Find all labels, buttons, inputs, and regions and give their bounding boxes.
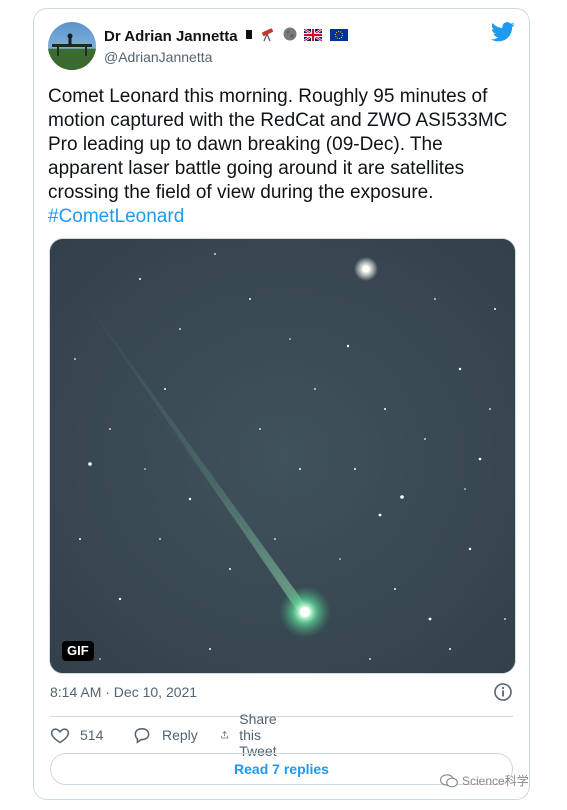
tweet-body: Comet Leonard this morning. Roughly 95 m… bbox=[48, 86, 508, 203]
twitter-bird-icon[interactable] bbox=[491, 22, 515, 47]
black-flag-emoji bbox=[246, 28, 253, 46]
display-name[interactable]: Dr Adrian Jannetta bbox=[104, 27, 238, 47]
tweet-timestamp[interactable]: 8:14 AM · Dec 10, 2021 bbox=[50, 684, 197, 700]
user-handle[interactable]: @AdrianJannetta bbox=[104, 47, 351, 67]
telescope-emoji bbox=[260, 26, 276, 47]
info-icon[interactable] bbox=[493, 682, 513, 707]
eu-flag-emoji bbox=[329, 28, 348, 46]
share-label: Share this Tweet bbox=[239, 711, 277, 759]
reply-button[interactable]: Reply bbox=[132, 723, 198, 747]
heart-icon bbox=[50, 728, 70, 744]
avatar-image bbox=[48, 33, 96, 70]
tweet-header: Dr Adrian Jannetta @AdrianJannetta bbox=[48, 22, 515, 72]
reply-bubble-icon bbox=[134, 727, 150, 744]
gif-badge: GIF bbox=[62, 641, 94, 661]
tweet-card: Dr Adrian Jannetta @AdrianJannetta Comet… bbox=[33, 8, 530, 800]
like-button[interactable]: 514 bbox=[50, 723, 103, 747]
tweet-text: Comet Leonard this morning. Roughly 95 m… bbox=[48, 85, 518, 229]
wechat-icon bbox=[440, 773, 458, 787]
avatar[interactable] bbox=[48, 22, 96, 70]
reply-label: Reply bbox=[162, 727, 198, 743]
uk-flag-emoji bbox=[303, 27, 324, 46]
share-icon bbox=[221, 731, 229, 739]
hashtag-link[interactable]: #CometLeonard bbox=[48, 206, 184, 227]
share-button[interactable]: Share this Tweet bbox=[220, 711, 287, 759]
name-emojis bbox=[246, 26, 351, 47]
moon-emoji bbox=[283, 27, 297, 46]
watermark: Science科学 bbox=[440, 772, 529, 789]
like-count: 514 bbox=[80, 727, 104, 743]
tweet-media-gif[interactable]: GIF bbox=[49, 238, 516, 674]
watermark-text: Science科学 bbox=[462, 774, 529, 788]
comet-leonard-image bbox=[50, 239, 515, 673]
